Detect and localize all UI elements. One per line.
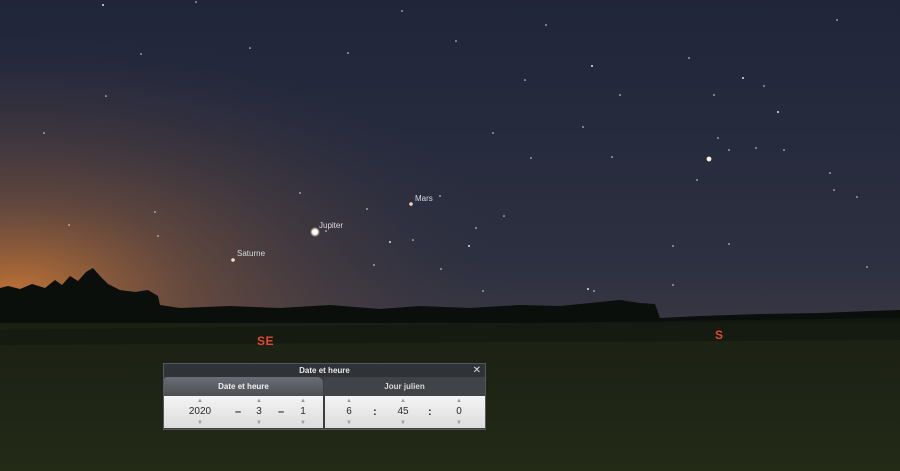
month-down-arrow-icon[interactable]: ▼ [242, 420, 276, 426]
jupiter-core [312, 229, 318, 235]
second-value[interactable]: 0 [440, 405, 478, 419]
planet-label-saturn: Saturne [237, 249, 266, 258]
cardinal-southeast: SE [257, 334, 275, 348]
day-down-arrow-icon[interactable]: ▼ [286, 420, 320, 426]
minute-up-arrow-icon[interactable]: ▲ [384, 398, 422, 404]
month-up-arrow-icon[interactable]: ▲ [242, 398, 276, 404]
saturn-marker[interactable] [231, 258, 235, 262]
mars-marker[interactable] [409, 202, 413, 206]
hour-up-arrow-icon[interactable]: ▲ [330, 398, 368, 404]
cardinal-south: S [715, 328, 724, 342]
year-value[interactable]: 2020 [180, 405, 220, 419]
month-value[interactable]: 3 [242, 405, 276, 419]
minute-spinbox[interactable]: ▲ 45 ▼ [384, 396, 422, 428]
time-separator: : [373, 406, 377, 418]
year-up-arrow-icon[interactable]: ▲ [180, 398, 220, 404]
hour-value[interactable]: 6 [330, 405, 368, 419]
year-spinbox[interactable]: ▲ 2020 ▼ [180, 396, 220, 428]
date-separator: – [235, 406, 242, 418]
second-down-arrow-icon[interactable]: ▼ [440, 420, 478, 426]
month-spinbox[interactable]: ▲ 3 ▼ [242, 396, 276, 428]
second-spinbox[interactable]: ▲ 0 ▼ [440, 396, 478, 428]
tab-date-time[interactable]: Date et heure [164, 377, 323, 396]
year-down-arrow-icon[interactable]: ▼ [180, 420, 220, 426]
hour-down-arrow-icon[interactable]: ▼ [330, 420, 368, 426]
time-separator: : [428, 406, 432, 418]
tab-julian-day[interactable]: Jour julien [324, 377, 485, 396]
hour-spinbox[interactable] [495, 396, 535, 428]
day-spinbox[interactable]: ▲ 1 ▼ [286, 396, 320, 428]
planet-label-mars: Mars [415, 194, 433, 203]
hour-spinbox[interactable]: ▲ 6 ▼ [330, 396, 368, 428]
dialog-tabs: Date et heure Jour julien [164, 377, 485, 396]
close-icon[interactable]: ✕ [473, 364, 481, 377]
bright-star[interactable] [706, 156, 712, 162]
date-separator: – [278, 406, 285, 418]
minute-value[interactable]: 45 [384, 405, 422, 419]
date-panel: ▲ 2020 ▼ – ▲ 3 ▼ – ▲ 1 ▼ [164, 396, 323, 428]
day-value[interactable]: 1 [286, 405, 320, 419]
day-up-arrow-icon[interactable]: ▲ [286, 398, 320, 404]
date-time-dialog: Date et heure ✕ Date et heure Jour julie… [163, 363, 486, 430]
second-up-arrow-icon[interactable]: ▲ [440, 398, 478, 404]
dialog-title[interactable]: Date et heure [164, 364, 485, 377]
planet-label-jupiter: Jupiter [319, 221, 344, 230]
minute-down-arrow-icon[interactable]: ▼ [384, 420, 422, 426]
